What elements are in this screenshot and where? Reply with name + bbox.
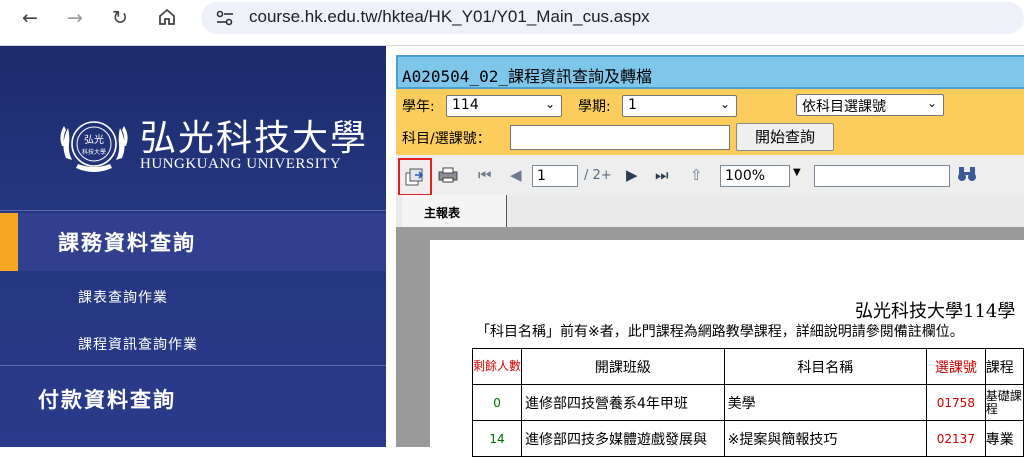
- menu-item-timetable-query[interactable]: 課表查詢作業: [78, 287, 168, 307]
- binoculars-icon[interactable]: [956, 165, 978, 187]
- header-code: 選課號: [925, 348, 986, 385]
- subject-label: 科目/選課號：: [402, 131, 491, 147]
- cell-course: ※提案與簡報技巧: [723, 420, 927, 457]
- gutter: [386, 46, 396, 447]
- chevron-down-icon[interactable]: ▼: [793, 167, 801, 178]
- chevron-down-icon: ⌄: [719, 97, 730, 111]
- home-icon[interactable]: [156, 6, 178, 28]
- query-form: 學年: 114 ⌄ 學期: 1 ⌄ 依科目選課號 ⌄ 科目/選課號： 開始查詢: [396, 89, 1024, 155]
- header-remaining: 剩餘人數: [471, 348, 523, 385]
- menu-divider: [0, 210, 386, 211]
- menu-section-payment-query[interactable]: 付款資料查詢: [38, 384, 176, 414]
- term-select[interactable]: 1 ⌄: [622, 95, 737, 117]
- header-course: 科目名稱: [723, 348, 927, 385]
- menu-divider: [0, 365, 386, 366]
- forward-arrow-icon[interactable]: →: [64, 7, 86, 29]
- zoom-select[interactable]: 100%: [720, 165, 790, 187]
- url-text[interactable]: course.hk.edu.tw/hktea/HK_Y01/Y01_Main_c…: [249, 7, 650, 27]
- find-input[interactable]: [814, 165, 950, 187]
- cell-course: 美學: [723, 384, 927, 421]
- term-label: 學期:: [578, 99, 611, 115]
- cell-class: 進修部四技營養系4年甲班: [521, 384, 725, 421]
- panel-title-bar: A020504_02_課程資訊查詢及轉檔: [396, 55, 1024, 89]
- year-select[interactable]: 114 ⌄: [446, 95, 562, 117]
- page-total: / 2+: [584, 168, 612, 183]
- query-mode-select[interactable]: 依科目選課號 ⌄: [796, 94, 944, 116]
- menu-section-course-affairs[interactable]: 課務資料查詢: [0, 213, 386, 271]
- last-page-icon[interactable]: ⏭: [655, 166, 669, 184]
- report-toolbar: ⏮ ◀ 1 / 2+ ▶ ⏭ ⇧ 100% ▼: [396, 155, 1024, 196]
- export-icon[interactable]: [404, 167, 426, 191]
- first-page-icon[interactable]: ⏮: [478, 166, 492, 184]
- table-header-row: 剩餘人數 開課班級 科目名稱 選課號 課程: [471, 348, 1024, 385]
- university-logo[interactable]: 弘光 科技大學 弘光科技大學 HUNGKUANG UNIVERSITY: [56, 106, 366, 176]
- logo-chinese-name: 弘光科技大學: [140, 118, 369, 159]
- previous-page-icon[interactable]: ◀: [510, 166, 522, 184]
- print-icon[interactable]: [437, 166, 459, 188]
- cell-remaining: 14: [471, 420, 523, 457]
- search-button[interactable]: 開始查詢: [736, 123, 834, 151]
- report-tab-bar: 主報表: [396, 195, 1024, 227]
- tab-label: 主報表: [424, 206, 461, 220]
- header-class: 開課班級: [521, 348, 725, 385]
- report-table: 剩餘人數 開課班級 科目名稱 選課號 課程 0 進修部四技營養系4年甲班 美學 …: [471, 348, 1024, 457]
- header-extra: 課程: [984, 348, 1024, 385]
- reload-icon[interactable]: ↻: [109, 7, 131, 29]
- sidebar: 弘光 科技大學 弘光科技大學 HUNGKUANG UNIVERSITY 課務資料…: [0, 46, 386, 447]
- svg-text:科技大學: 科技大學: [82, 148, 106, 156]
- address-bar[interactable]: course.hk.edu.tw/hktea/HK_Y01/Y01_Main_c…: [201, 2, 1024, 34]
- browser-toolbar: ← → ↻ course.hk.edu.tw/hktea/HK_Y01/Y01_…: [0, 0, 1024, 36]
- cell-code: 02137: [925, 420, 986, 457]
- active-indicator: [0, 213, 18, 271]
- menu-item-course-info-query[interactable]: 課程資訊查詢作業: [78, 334, 198, 354]
- report-note: 「科目名稱」前有※者，此門課程為網路教學課程，詳細說明請參閱備註欄位。: [476, 324, 964, 340]
- panel-title: A020504_02_課程資訊查詢及轉檔: [402, 67, 652, 86]
- cell-remaining: 0: [471, 384, 523, 421]
- navigate-up-icon[interactable]: ⇧: [690, 166, 703, 184]
- page-number-input[interactable]: 1: [532, 165, 578, 187]
- subject-input[interactable]: [510, 125, 730, 150]
- chevron-down-icon: ⌄: [544, 97, 555, 111]
- university-seal-icon: 弘光 科技大學: [60, 121, 128, 172]
- table-row: 14 進修部四技多媒體遊戲發展與 ※提案與簡報技巧 02137 專業: [471, 420, 1024, 457]
- table-row: 0 進修部四技營養系4年甲班 美學 01758 基礎課程: [471, 384, 1024, 421]
- back-arrow-icon[interactable]: ←: [19, 7, 41, 29]
- cell-code: 01758: [925, 384, 986, 421]
- cell-extra: 專業: [984, 420, 1024, 457]
- cell-extra: 基礎課程: [984, 384, 1024, 421]
- chevron-down-icon: ⌄: [926, 96, 937, 110]
- svg-text:弘光: 弘光: [84, 133, 104, 146]
- menu-section-title: 課務資料查詢: [58, 231, 196, 255]
- site-settings-icon[interactable]: [215, 10, 235, 30]
- cell-class: 進修部四技多媒體遊戲發展與: [521, 420, 725, 457]
- next-page-icon[interactable]: ▶: [626, 166, 638, 184]
- year-label: 學年:: [402, 99, 435, 115]
- report-title: 弘光科技大學114學: [855, 301, 1016, 322]
- tab-main-report[interactable]: 主報表: [402, 195, 507, 227]
- logo-english-name: HUNGKUANG UNIVERSITY: [140, 156, 342, 172]
